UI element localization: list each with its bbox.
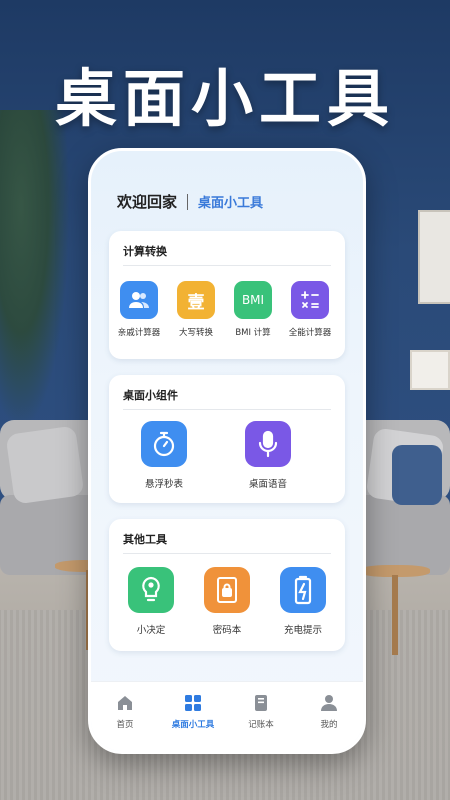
bmi-icon: BMI bbox=[234, 281, 272, 319]
stopwatch-icon bbox=[141, 421, 187, 467]
nav-label: 记账本 bbox=[248, 720, 274, 730]
tool-label: 充电提示 bbox=[283, 625, 322, 636]
section-title: 计算转换 bbox=[123, 245, 167, 258]
card-calc-convert: 计算转换 亲戚计算器 壹 大写转换 BMI BMI 计算 全能计算器 bbox=[109, 231, 345, 359]
nav-home[interactable]: 首页 bbox=[95, 694, 155, 730]
header: 欢迎回家 桌面小工具 bbox=[117, 191, 263, 212]
greeting-text: 欢迎回家 bbox=[117, 193, 178, 211]
battery-icon bbox=[280, 567, 326, 613]
section-title: 桌面小组件 bbox=[123, 389, 178, 402]
person-icon bbox=[321, 695, 337, 711]
wall-frame bbox=[418, 210, 450, 304]
nav-desktop-tools[interactable]: 桌面小工具 bbox=[163, 694, 223, 730]
notebook-icon bbox=[255, 695, 267, 711]
tool-all-calculator[interactable]: 全能计算器 bbox=[285, 281, 335, 338]
plant bbox=[0, 110, 70, 430]
promo-headline: 桌面小工具 bbox=[54, 62, 395, 135]
side-table-right-leg bbox=[392, 575, 398, 655]
divider bbox=[123, 265, 331, 266]
people-icon bbox=[120, 281, 158, 319]
uppercase-glyph-icon: 壹 bbox=[177, 281, 215, 319]
tool-label: 亲戚计算器 bbox=[117, 328, 161, 338]
tool-bmi-calculator[interactable]: BMI BMI 计算 bbox=[228, 281, 278, 338]
nav-mine[interactable]: 我的 bbox=[299, 694, 359, 730]
tool-label: 全能计算器 bbox=[288, 328, 332, 338]
nav-label: 桌面小工具 bbox=[171, 720, 215, 730]
tool-uppercase-convert[interactable]: 壹 大写转换 bbox=[171, 281, 221, 338]
section-title: 其他工具 bbox=[123, 533, 167, 546]
tool-password-book[interactable]: 密码本 bbox=[195, 567, 259, 636]
lock-book-icon bbox=[204, 567, 250, 613]
tool-relative-calculator[interactable]: 亲戚计算器 bbox=[114, 281, 164, 338]
tool-label: 大写转换 bbox=[178, 328, 213, 338]
phone-screen: 欢迎回家 桌面小工具 计算转换 亲戚计算器 壹 大写转换 BMI BMI 计算 bbox=[91, 151, 363, 751]
card-desktop-widgets: 桌面小组件 悬浮秒表 桌面语音 bbox=[109, 375, 345, 503]
tool-desktop-voice[interactable]: 桌面语音 bbox=[236, 421, 300, 490]
tool-label: BMI 计算 bbox=[235, 328, 271, 338]
microphone-icon bbox=[245, 421, 291, 467]
header-separator bbox=[187, 193, 189, 210]
lightbulb-icon bbox=[128, 567, 174, 613]
nav-label: 首页 bbox=[116, 720, 134, 730]
wall-frame-small bbox=[410, 350, 450, 390]
bottom-nav: 首页 桌面小工具 记账本 我的 bbox=[91, 681, 363, 751]
nav-account-book[interactable]: 记账本 bbox=[231, 694, 291, 730]
tool-label: 悬浮秒表 bbox=[144, 479, 183, 490]
home-icon bbox=[118, 696, 132, 710]
tool-label: 桌面语音 bbox=[248, 479, 287, 490]
divider bbox=[123, 553, 331, 554]
tool-charge-reminder[interactable]: 充电提示 bbox=[271, 567, 335, 636]
calculator-icon bbox=[291, 281, 329, 319]
phone-mockup: 欢迎回家 桌面小工具 计算转换 亲戚计算器 壹 大写转换 BMI BMI 计算 bbox=[88, 148, 366, 754]
grid-icon bbox=[185, 695, 201, 711]
tool-small-decision[interactable]: 小决定 bbox=[119, 567, 183, 636]
tool-floating-stopwatch[interactable]: 悬浮秒表 bbox=[132, 421, 196, 490]
divider bbox=[123, 409, 331, 410]
tool-label: 密码本 bbox=[212, 625, 242, 636]
tool-label: 小决定 bbox=[136, 625, 166, 636]
pillow-blue bbox=[392, 445, 442, 505]
brand-text: 桌面小工具 bbox=[198, 196, 264, 211]
pillow-left bbox=[5, 425, 85, 505]
nav-label: 我的 bbox=[320, 720, 338, 730]
card-other-tools: 其他工具 小决定 密码本 充电提示 bbox=[109, 519, 345, 651]
